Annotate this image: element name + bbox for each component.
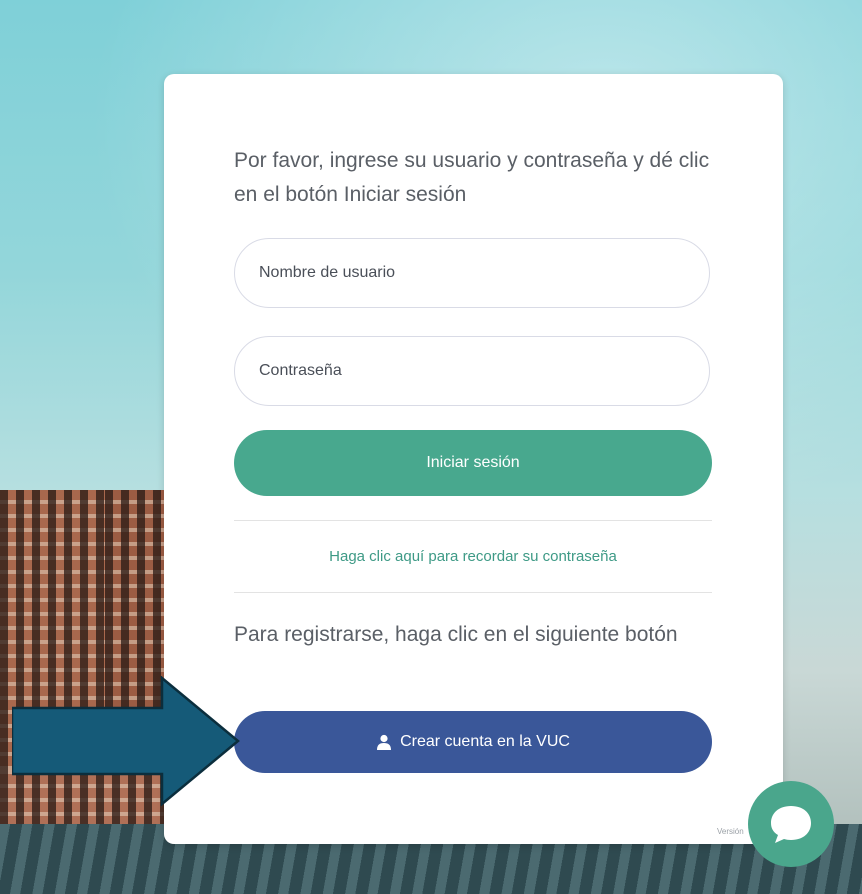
password-input[interactable]	[235, 337, 709, 405]
login-button[interactable]: Iniciar sesión	[234, 430, 712, 496]
user-icon	[377, 734, 392, 750]
create-account-label: Crear cuenta en la VUC	[400, 733, 570, 750]
create-account-button[interactable]: Crear cuenta en la VUC	[234, 711, 712, 773]
login-instructions: Por favor, ingrese su usuario y contrase…	[234, 149, 710, 206]
forgot-password-link[interactable]: Haga clic aquí para recordar su contrase…	[234, 548, 712, 565]
divider-bottom	[234, 592, 712, 593]
register-instructions: Para registrarse, haga clic en el siguie…	[234, 623, 678, 646]
version-label: Versión	[717, 827, 744, 836]
username-field[interactable]	[234, 238, 710, 308]
arrow-right-icon	[12, 676, 240, 806]
username-input[interactable]	[235, 239, 709, 307]
login-card: Por favor, ingrese su usuario y contrase…	[164, 74, 783, 844]
chat-button[interactable]	[748, 781, 834, 867]
password-field[interactable]	[234, 336, 710, 406]
chat-bubble-icon	[771, 806, 811, 843]
divider-top	[234, 520, 712, 521]
